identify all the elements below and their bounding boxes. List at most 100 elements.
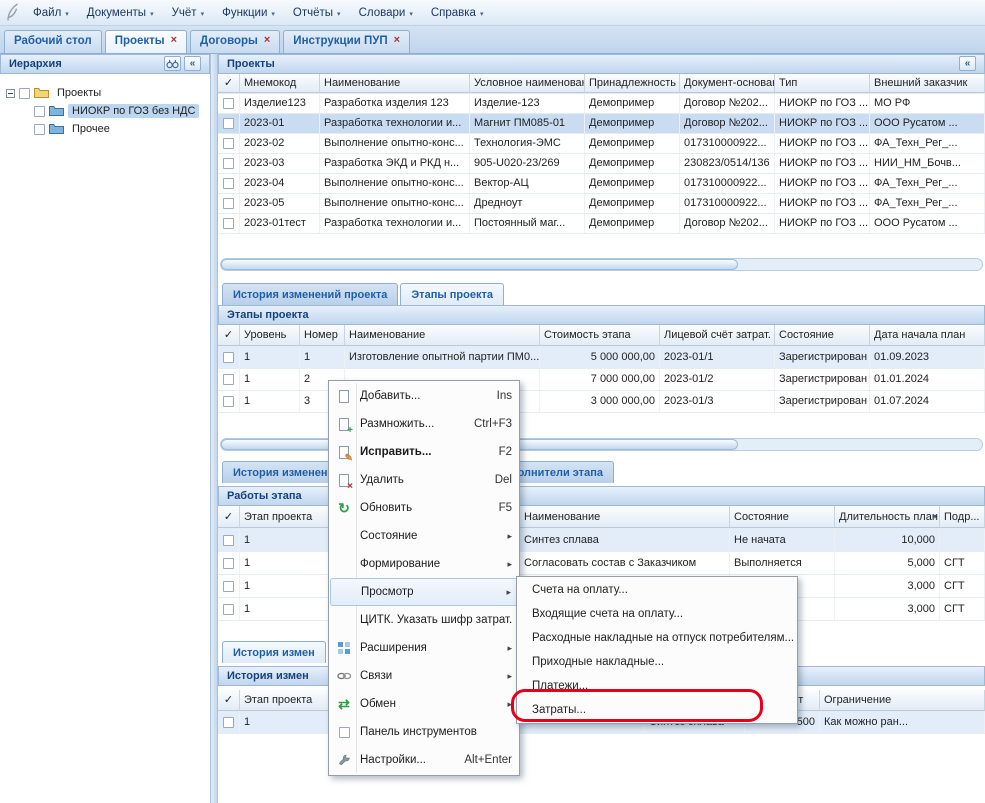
collapse-panel-icon[interactable]: « [959,56,976,71]
tree-item-niokr[interactable]: НИОКР по ГОЗ без НДС [0,102,210,120]
menu-item-duplicate[interactable]: + Размножить...Ctrl+F3 [330,410,518,438]
row-checkbox[interactable] [223,218,234,229]
row-checkbox[interactable] [223,98,234,109]
menu-item-settings[interactable]: Настройки...Alt+Enter [330,746,518,774]
menubar-item-file[interactable]: Файл▾ [24,0,78,25]
menubar-item-reports[interactable]: Отчёты▾ [284,0,350,25]
row-checkbox[interactable] [223,352,234,363]
close-icon[interactable]: × [394,35,400,46]
column-header[interactable]: Наименование [520,506,730,528]
column-header[interactable]: Ограничение [820,690,985,711]
close-icon[interactable]: × [171,35,177,46]
menu-item-forming[interactable]: Формирование ▸ [330,550,518,578]
column-header[interactable]: Стоимость этапа [540,325,660,346]
menu-item-exchange[interactable]: ⇄ Обмен ▸ [330,690,518,718]
horizontal-scrollbar[interactable] [220,258,983,271]
column-header[interactable]: Мнемокод [240,74,320,93]
tree-checkbox[interactable] [34,106,45,117]
menu-item-links[interactable]: Связи ▸ [330,662,518,690]
submenu-item-invoices[interactable]: Счета на оплату... [518,578,796,602]
table-row[interactable]: 2023-01тестРазработка технологии и...Пос… [218,214,985,234]
menubar-label: Функции [222,7,267,19]
menu-item-extensions[interactable]: Расширения ▸ [330,634,518,662]
column-header[interactable]: Состояние [775,325,870,346]
sort-arrow-icon[interactable]: ▾ [933,506,937,528]
menu-item-view[interactable]: Просмотр ▸ [330,578,518,606]
menubar-item-documents[interactable]: Документы▾ [78,0,163,25]
submenu-item-expense-waybills[interactable]: Расходные накладные на отпуск потребител… [518,626,796,650]
table-row[interactable]: 11Изготовление опытной партии ПМ0...5 00… [218,347,985,369]
tab-project-stages[interactable]: Этапы проекта [400,283,504,305]
row-checkbox[interactable] [223,118,234,129]
row-checkbox[interactable] [223,198,234,209]
row-checkbox[interactable] [223,138,234,149]
column-header[interactable]: Длительность план▾ [835,506,940,528]
tab-contracts[interactable]: Договоры× [190,30,280,53]
row-checkbox[interactable] [223,581,234,592]
column-header[interactable]: Этап проекта [240,506,330,528]
column-header[interactable]: Тип [775,74,870,93]
menubar-item-help[interactable]: Справка▾ [422,0,493,25]
menu-item-add[interactable]: Добавить...Ins [330,382,518,410]
row-checkbox[interactable] [223,558,234,569]
column-header[interactable]: Наименование [320,74,470,93]
column-header[interactable]: ✓ [218,506,240,528]
tab-project-history[interactable]: История изменений проекта [222,283,398,305]
tree-item-other[interactable]: Прочее [0,120,210,138]
table-row[interactable]: 2023-02Выполнение опытно-конс...Технолог… [218,134,985,154]
close-icon[interactable]: × [264,35,270,46]
menu-item-toolbar[interactable]: Панель инструментов [330,718,518,746]
row-checkbox[interactable] [223,717,234,728]
tab-desktop[interactable]: Рабочий стол [4,30,102,53]
row-checkbox[interactable] [223,535,234,546]
scrollbar-thumb[interactable] [221,259,738,270]
column-header[interactable]: Принадлежность [585,74,680,93]
column-header[interactable]: ✓ [218,74,240,93]
column-header[interactable]: Этап проекта [240,690,330,711]
row-checkbox[interactable] [223,396,234,407]
table-cell: Демопример [585,94,680,113]
row-checkbox[interactable] [223,374,234,385]
table-row[interactable]: 2023-05Выполнение опытно-конс...Дредноут… [218,194,985,214]
column-header[interactable]: Номер [300,325,345,346]
binoculars-icon[interactable] [164,56,181,71]
tab-work-history[interactable]: История измен [222,641,326,663]
table-row[interactable]: Изделие123Разработка изделия 123Изделие-… [218,94,985,114]
tree-item-projects-root[interactable]: Проекты [0,84,210,102]
tab-instructions[interactable]: Инструкции ПУП× [283,30,410,53]
tree-collapse-icon[interactable] [6,89,15,98]
tree-checkbox[interactable] [34,124,45,135]
column-header[interactable]: Состояние [730,506,835,528]
panel-splitter[interactable] [210,54,218,803]
menu-item-edit[interactable]: ✎ Исправить...F2 [330,438,518,466]
collapse-panel-icon[interactable]: « [184,56,201,71]
table-row[interactable]: 2023-04Выполнение опытно-конс...Вектор-А… [218,174,985,194]
tab-projects[interactable]: Проекты× [105,30,187,53]
column-header[interactable]: Внешний заказчик [870,74,985,93]
column-header[interactable]: Лицевой счёт затрат. [660,325,775,346]
menubar-item-functions[interactable]: Функции▾ [213,0,284,25]
column-header[interactable]: Документ-основани [680,74,775,93]
row-checkbox[interactable] [223,158,234,169]
table-row[interactable]: 2023-03Разработка ЭКД и РКД н...905-U020… [218,154,985,174]
menu-item-delete[interactable]: × УдалитьDel [330,466,518,494]
menu-item-refresh[interactable]: ↻ ОбновитьF5 [330,494,518,522]
column-header[interactable]: ✓ [218,690,240,711]
column-header[interactable]: Наименование [345,325,540,346]
column-header[interactable]: Условное наименован [470,74,585,93]
menu-item-citk-cost-code[interactable]: ЦИТК. Указать шифр затрат... [330,606,518,634]
table-row[interactable]: 2023-01Разработка технологии и...Магнит … [218,114,985,134]
menubar-item-dictionaries[interactable]: Словари▾ [350,0,422,25]
table-cell: 1 [240,712,330,733]
column-header[interactable]: Дата начала план [870,325,985,346]
submenu-item-receipt-waybills[interactable]: Приходные накладные... [518,650,796,674]
row-checkbox[interactable] [223,178,234,189]
tree-checkbox[interactable] [19,88,30,99]
menu-item-state[interactable]: Состояние ▸ [330,522,518,550]
column-header[interactable]: Подр... [940,506,985,528]
row-checkbox[interactable] [223,604,234,615]
column-header[interactable]: Уровень [240,325,300,346]
column-header[interactable]: ✓ [218,325,240,346]
submenu-item-incoming-invoices[interactable]: Входящие счета на оплату... [518,602,796,626]
menubar-item-accounting[interactable]: Учёт▾ [163,0,213,25]
